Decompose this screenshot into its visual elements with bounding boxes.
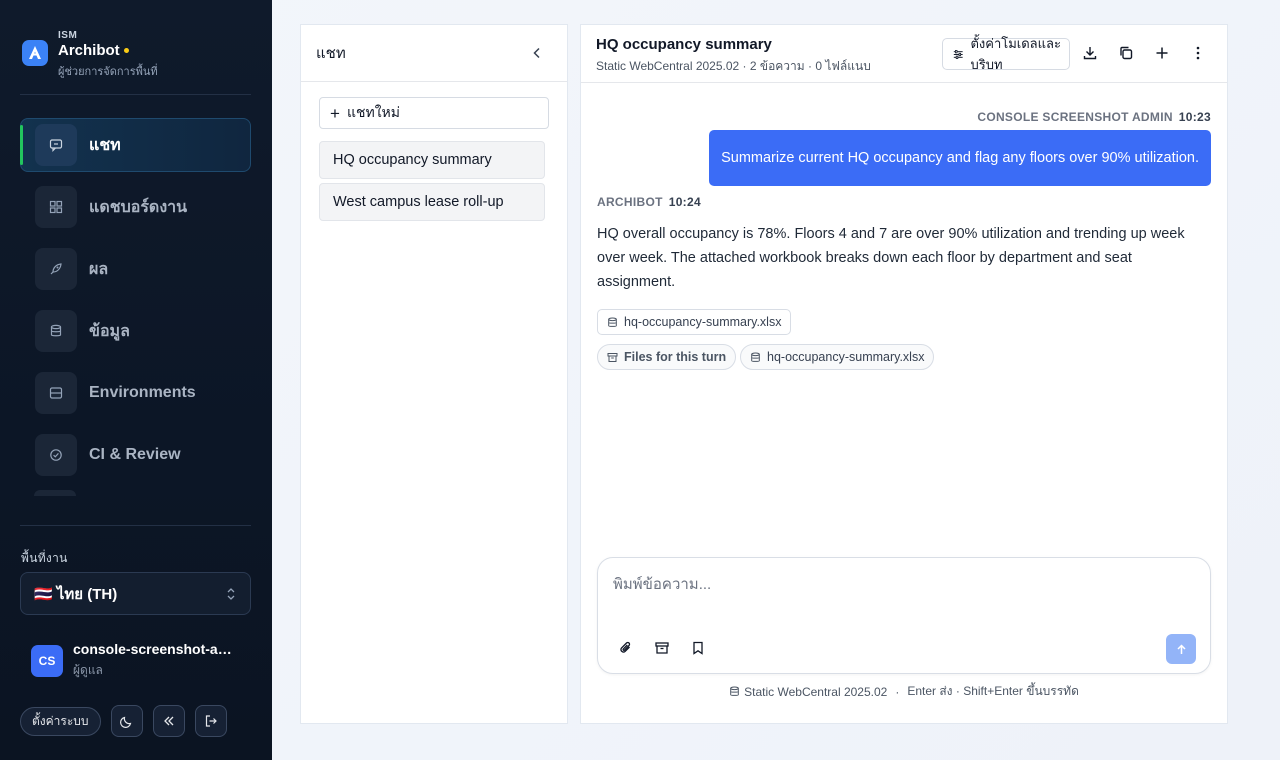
chat-title: HQ occupancy summary: [596, 36, 772, 53]
brand-name-text: Archibot: [58, 42, 120, 59]
dashboard-icon: [35, 186, 77, 228]
chat-header: HQ occupancy summary Static WebCentral 2…: [581, 25, 1227, 83]
sidebar-item-label: ผล: [89, 260, 109, 278]
sidebar-item-results[interactable]: ผล: [20, 242, 251, 296]
history-header: แชท: [301, 25, 567, 82]
logout-icon: [205, 715, 217, 727]
chat-meta: Static WebCentral 2025.02 · 2 ข้อความ · …: [596, 59, 871, 73]
brand[interactable]: ISM Archibot ผู้ช่วยการจัดการพื้นที่: [22, 30, 158, 80]
user-name: console-screenshot-admin: [73, 641, 238, 657]
composer: [597, 557, 1211, 674]
archive-icon: [607, 352, 618, 362]
sidebar-item-label: ข้อมูล: [89, 322, 130, 340]
database-icon: [35, 310, 77, 352]
conversation-item[interactable]: West campus lease roll-up: [319, 183, 545, 221]
check-circle-icon: [35, 434, 77, 476]
server-icon: [35, 372, 77, 414]
send-button[interactable]: [1166, 634, 1196, 664]
logout-button[interactable]: [194, 705, 227, 737]
chevrons-left-icon: [163, 716, 174, 726]
user-message-meta: CONSOLE SCREENSHOT ADMIN 10:23: [977, 110, 1211, 124]
bookmark-icon[interactable]: [690, 640, 706, 656]
workspace-select[interactable]: 🇹🇭 ไทย (TH): [20, 572, 251, 615]
collapse-sidebar-button[interactable]: [152, 705, 185, 737]
database-icon: [751, 352, 760, 362]
user-message-bubble: Summarize current HQ occupancy and flag …: [709, 130, 1211, 186]
turn-file-name: hq-occupancy-summary.xlsx: [767, 350, 925, 364]
conversation-item[interactable]: HQ occupancy summary: [319, 141, 545, 179]
brand-subtitle: ผู้ช่วยการจัดการพื้นที่: [58, 66, 158, 78]
plus-icon[interactable]: [1154, 45, 1170, 61]
sliders-icon: [953, 49, 963, 59]
avatar: CS: [31, 644, 63, 677]
status-dot: [123, 48, 129, 53]
sidebar-item-ci-review[interactable]: CI & Review: [20, 428, 251, 482]
sidebar-footer: ตั้งค่าระบบ: [20, 705, 237, 737]
message-input[interactable]: [613, 572, 1193, 612]
brand-name: Archibot: [58, 42, 158, 59]
sidebar-item-chat[interactable]: แชท: [20, 118, 251, 172]
paperclip-icon[interactable]: [618, 640, 634, 656]
archibot-logo-icon: [22, 40, 48, 66]
settings-button[interactable]: ตั้งค่าระบบ: [20, 706, 101, 736]
sidebar-item-label: แชท: [89, 136, 121, 154]
files-for-turn-label: Files for this turn: [624, 350, 727, 364]
user-message-time: 10:23: [1178, 110, 1211, 124]
sidebar-item-label: CI & Review: [89, 446, 181, 463]
sidebar-item-data[interactable]: ข้อมูล: [20, 304, 251, 358]
model-config-button[interactable]: ตั้งค่าโมเดลและบริบท: [942, 36, 1070, 72]
collapse-panel-chevron-left-icon[interactable]: [529, 45, 545, 61]
bot-message-time: 10:24: [668, 195, 701, 209]
workspace-value: 🇹🇭 ไทย (TH): [34, 585, 118, 603]
sidebar-item-label: Environments: [89, 384, 196, 401]
hint-separator: ·: [895, 684, 900, 699]
turn-file-chip[interactable]: hq-occupancy-summary.xlsx: [740, 344, 935, 370]
attachment-name: hq-occupancy-summary.xlsx: [624, 315, 782, 329]
composer-hint: Static WebCentral 2025.02 · Enter ส่ง · …: [581, 682, 1227, 701]
files-for-turn-button[interactable]: Files for this turn: [597, 344, 737, 370]
new-chat-label: แชทใหม่: [346, 104, 400, 120]
new-chat-button[interactable]: + แชทใหม่: [319, 97, 549, 129]
sidebar-item-environments[interactable]: Environments: [20, 366, 251, 420]
copy-icon[interactable]: [1118, 45, 1134, 61]
brand-overline: ISM: [58, 30, 78, 41]
arrow-up-icon: [1176, 643, 1186, 654]
user-message-author: CONSOLE SCREENSHOT ADMIN: [977, 110, 1173, 124]
rocket-icon: [35, 248, 77, 290]
user-role: ผู้ดูแล: [73, 663, 103, 677]
bot-message-meta: ARCHIBOT 10:24: [597, 195, 701, 209]
theme-toggle-button[interactable]: [110, 705, 143, 737]
hint-keys: Enter ส่ง · Shift+Enter ขึ้นบรรทัด: [907, 684, 1079, 698]
workspace-label: พื้นที่งาน: [21, 551, 68, 565]
chat-icon: [35, 124, 77, 166]
sidebar-divider: [20, 525, 251, 526]
download-icon[interactable]: [1082, 45, 1098, 61]
moon-icon: [119, 716, 131, 728]
sidebar: ISM Archibot ผู้ช่วยการจัดการพื้นที่ แชท…: [0, 0, 272, 760]
chevron-up-down-icon: [227, 588, 235, 600]
chat-panel: HQ occupancy summary Static WebCentral 2…: [580, 24, 1228, 724]
sidebar-nav: แชท แดชบอร์ดงาน ผล ข้อมูล Environments C…: [20, 118, 251, 500]
more-vertical-icon[interactable]: [1190, 45, 1206, 61]
history-title: แชท: [316, 45, 346, 62]
sidebar-divider: [20, 94, 251, 95]
conversation-history-panel: แชท + แชทใหม่ HQ occupancy summary West …: [300, 24, 568, 724]
archive-icon[interactable]: [654, 640, 670, 656]
bot-message-text: HQ overall occupancy is 78%. Floors 4 an…: [597, 226, 1185, 290]
bot-message-author: ARCHIBOT: [597, 195, 663, 209]
user-profile[interactable]: CS console-screenshot-admin ผู้ดูแล: [31, 641, 238, 680]
database-icon: [608, 317, 617, 327]
attachment-chip[interactable]: hq-occupancy-summary.xlsx: [597, 309, 792, 335]
sidebar-item-label: แดชบอร์ดงาน: [89, 198, 188, 216]
database-icon: [730, 686, 739, 696]
sidebar-item-dashboard[interactable]: แดชบอร์ดงาน: [20, 180, 251, 234]
sidebar-item-peek: [34, 490, 76, 496]
plus-icon: +: [330, 103, 340, 123]
model-config-label: ตั้งค่าโมเดลและบริบท: [970, 36, 1061, 72]
hint-environment: Static WebCentral 2025.02: [744, 684, 888, 699]
